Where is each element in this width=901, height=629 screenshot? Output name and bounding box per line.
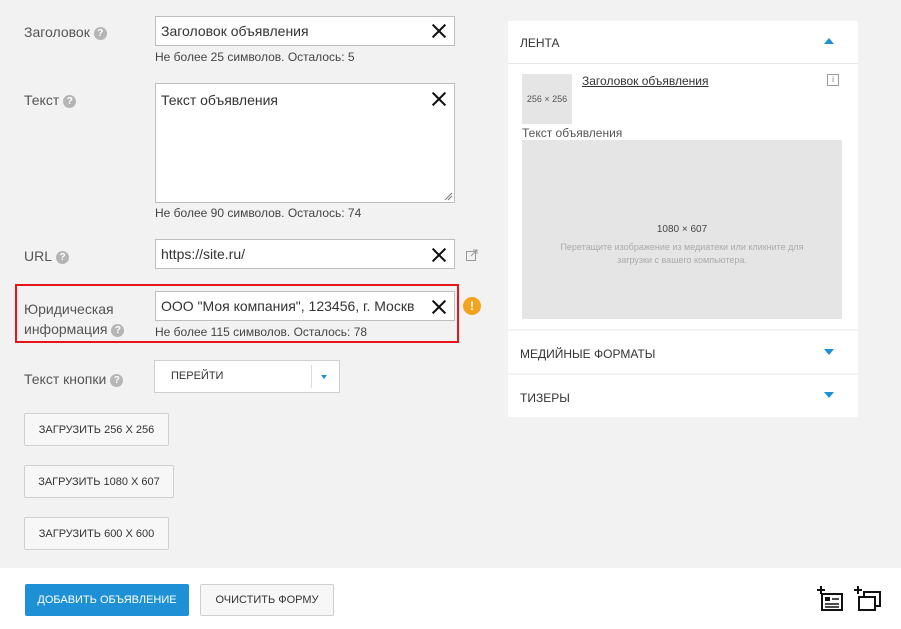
help-icon[interactable]: ? xyxy=(111,324,125,337)
external-link-icon[interactable] xyxy=(466,249,478,261)
image-dropzone-hint: Перетащите изображение из медиатеки или … xyxy=(560,242,804,265)
help-icon[interactable]: ? xyxy=(93,27,107,40)
resize-handle-icon[interactable] xyxy=(444,192,453,201)
upload-1080-button[interactable]: ЗАГРУЗИТЬ 1080 X 607 xyxy=(24,465,174,498)
title-clear-icon[interactable] xyxy=(432,24,446,38)
text-label: Текст? xyxy=(24,90,77,110)
text-clear-icon[interactable] xyxy=(432,92,446,106)
add-media-ad-icon[interactable] xyxy=(852,585,882,613)
image-dropzone[interactable]: 1080 × 607 Перетащите изображение из мед… xyxy=(522,140,842,319)
preview-body-text: Текст объявления xyxy=(522,126,623,140)
image-size-label: 1080 × 607 xyxy=(656,224,708,235)
legal-info-label: Юридическая информация? xyxy=(24,299,125,339)
footer-bar: ДОБАВИТЬ ОБЪЯВЛЕНИЕ ОЧИСТИТЬ ФОРМУ xyxy=(0,568,901,629)
teasers-title[interactable]: ТИЗЕРЫ xyxy=(520,391,570,405)
chevron-down-icon[interactable] xyxy=(824,392,834,398)
chevron-up-icon[interactable] xyxy=(824,38,834,44)
info-icon[interactable]: i xyxy=(827,74,839,86)
add-ad-button[interactable]: ДОБАВИТЬ ОБЪЯВЛЕНИЕ xyxy=(25,584,189,616)
url-input[interactable]: https://site.ru/ xyxy=(155,239,455,269)
divider xyxy=(508,63,858,64)
thumbnail-placeholder[interactable]: 256 × 256 xyxy=(522,74,572,124)
feed-preview-panel: ЛЕНТА 256 × 256 Заголовок объявления i Т… xyxy=(508,21,858,329)
teasers-panel[interactable]: ТИЗЕРЫ xyxy=(508,375,858,417)
button-text-select[interactable]: ПЕРЕЙТИ xyxy=(154,360,340,393)
upload-600-button[interactable]: ЗАГРУЗИТЬ 600 X 600 xyxy=(24,517,169,550)
media-formats-panel[interactable]: МЕДИЙНЫЕ ФОРМАТЫ xyxy=(508,331,858,373)
upload-256-button[interactable]: ЗАГРУЗИТЬ 256 X 256 xyxy=(24,413,169,446)
media-formats-title[interactable]: МЕДИЙНЫЕ ФОРМАТЫ xyxy=(520,347,655,361)
clear-form-button[interactable]: ОЧИСТИТЬ ФОРМУ xyxy=(200,584,334,616)
feed-title[interactable]: ЛЕНТА xyxy=(520,36,559,50)
warning-icon: ! xyxy=(463,297,481,315)
legal-info-input[interactable]: ООО "Моя компания", 123456, г. Москв xyxy=(155,291,455,321)
button-text-label: Текст кнопки? xyxy=(24,369,124,389)
chevron-down-icon[interactable] xyxy=(824,349,834,355)
legal-info-hint: Не более 115 символов. Осталось: 78 xyxy=(155,325,368,339)
url-clear-icon[interactable] xyxy=(432,248,446,262)
title-input[interactable]: Заголовок объявления xyxy=(155,16,455,46)
select-divider xyxy=(311,365,312,388)
preview-headline[interactable]: Заголовок объявления xyxy=(582,74,709,88)
text-textarea[interactable]: Текст объявления xyxy=(155,83,455,203)
add-text-ad-icon[interactable] xyxy=(815,585,845,613)
url-label: URL? xyxy=(24,246,70,266)
legal-info-clear-icon[interactable] xyxy=(432,300,446,314)
title-hint: Не более 25 символов. Осталось: 5 xyxy=(155,50,355,64)
text-hint: Не более 90 символов. Осталось: 74 xyxy=(155,206,362,220)
help-icon[interactable]: ? xyxy=(56,251,70,264)
chevron-down-icon xyxy=(321,375,327,379)
title-label: Заголовок? xyxy=(24,22,107,42)
help-icon[interactable]: ? xyxy=(110,374,124,387)
help-icon[interactable]: ? xyxy=(63,95,77,108)
